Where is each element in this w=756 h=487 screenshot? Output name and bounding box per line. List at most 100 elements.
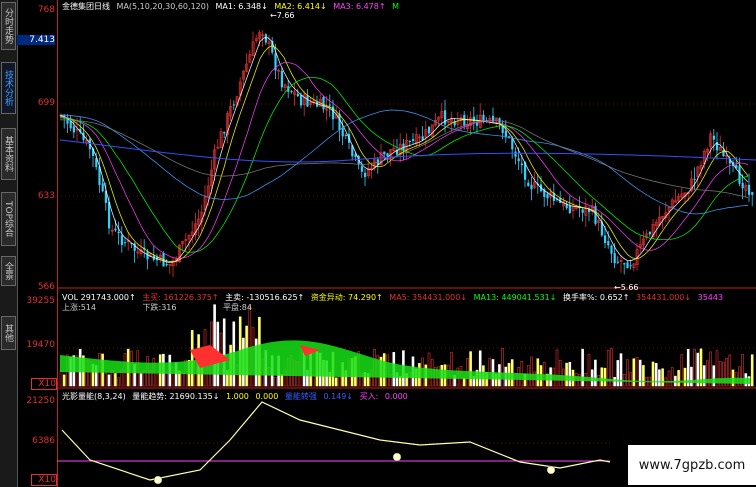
vol-tail1: 354431.000↓ (636, 293, 692, 302)
ma-params: MA(5,10,20,30,60,120) (116, 2, 209, 11)
candle-body (648, 231, 651, 235)
candle-body (341, 127, 344, 137)
candle-body (72, 126, 75, 133)
candle-body (114, 228, 117, 231)
volume-bar (139, 373, 143, 387)
low-marker: ←5.66 (614, 283, 639, 292)
candle-body (444, 110, 447, 125)
volume-bar (690, 366, 693, 387)
candle-body (117, 231, 120, 234)
candle-body (360, 166, 363, 172)
volume-bar (312, 375, 316, 387)
candle-body (504, 130, 507, 137)
volume-bar (651, 361, 655, 387)
candle-body (629, 265, 632, 267)
moving-average-line (59, 119, 749, 198)
candle-body (607, 241, 610, 246)
candle-body (604, 235, 607, 243)
candle-body (581, 209, 584, 213)
candle-body (712, 135, 715, 140)
candle-body (520, 163, 523, 166)
candle-body (693, 178, 696, 180)
moving-average-line (59, 77, 749, 253)
watermark: www.7gpzb.com (628, 445, 756, 485)
candle-body (364, 172, 367, 178)
volume-bar (658, 369, 661, 387)
volume-bar (629, 372, 632, 387)
candle-body (751, 192, 754, 195)
candle-body (101, 183, 104, 192)
indicator-v3: 0.149↓ (323, 392, 354, 401)
candle-body (568, 205, 571, 214)
candle-body (546, 194, 549, 199)
volume-bar (600, 367, 604, 387)
candle-body (511, 138, 514, 150)
candle-body (408, 140, 411, 142)
volume-bar (568, 362, 572, 387)
indicator-v2: 0.000 (255, 392, 279, 401)
volume-bar (181, 372, 184, 387)
stock-chart-window: { "tabs": [ {"label":"分时走势","active":fal… (0, 0, 756, 487)
volume-bar (558, 360, 562, 387)
ma2-value: MA2: 6.414↓ (274, 2, 327, 11)
volume-bar (530, 356, 533, 387)
candle-body (300, 95, 303, 106)
volume-bar (510, 359, 514, 387)
fund-flow: 资金异动: 74.290↑ (310, 293, 383, 302)
vol-value: VOL 291743.000↑ (62, 293, 136, 302)
indicator-v1: 1.000 (225, 392, 249, 401)
indicator-v4: 0.000 (384, 392, 408, 401)
volume-bar (469, 351, 472, 387)
candle-body (165, 264, 168, 266)
candle-body (290, 91, 293, 93)
main-buy: 主买: 161226.375↑ (142, 293, 219, 302)
indicator-trend: 量能趋势: 21690.135↓ (132, 392, 220, 401)
candle-body (626, 262, 629, 269)
indicator-name: 光影量能(8,3,24) (62, 392, 126, 401)
candlestick-chart (57, 29, 756, 485)
volume-bar (62, 374, 66, 387)
candle-body (748, 184, 751, 195)
candle-body (610, 245, 613, 254)
vol-ma5: MA5: 354431.000↓ (389, 293, 468, 302)
smiley-icon (546, 465, 556, 475)
up-count: 上涨:514 (62, 303, 96, 312)
candle-body (498, 118, 501, 123)
volume-bar (501, 348, 504, 387)
high-marker: ←7.66 (270, 11, 295, 20)
candle-body (223, 131, 226, 134)
volume-bar (222, 318, 226, 387)
volume-bar (462, 377, 466, 387)
candle-body (463, 114, 466, 126)
candle-body (616, 261, 619, 263)
volume-bar (661, 368, 664, 387)
main-sell: 主卖: -130516.625↑ (225, 293, 305, 302)
candle-body (306, 95, 309, 107)
candle-body (296, 94, 299, 97)
flat-count: 平盘:84 (223, 303, 252, 312)
indicator-header: 光影量能(8,3,24) 量能趋势: 21690.135↓ 1.000 0.00… (62, 391, 412, 402)
moving-average-line (59, 109, 749, 215)
volume-bar (638, 359, 642, 387)
volume-bar (677, 370, 680, 387)
volume-bar (750, 354, 754, 387)
volume-bar (107, 374, 111, 387)
candle-body (120, 235, 123, 245)
candle-body (741, 183, 744, 189)
volume-bar (565, 362, 568, 387)
candle-body (738, 165, 741, 184)
volume-bar (280, 374, 284, 387)
candle-body (476, 122, 479, 126)
price-header: 金德集团日线 MA(5,10,20,30,60,120) MA1: 6.348↓… (62, 1, 403, 12)
candle-body (386, 153, 389, 157)
smiley-icon (392, 452, 402, 462)
volume-bar (59, 370, 63, 387)
candle-body (514, 151, 517, 157)
stock-title: 金德集团日线 (62, 2, 110, 11)
vol-tail2: 35443 (697, 293, 724, 302)
candle-body (613, 253, 616, 264)
volume-bar (594, 359, 597, 387)
volume-bar (587, 354, 591, 387)
down-count: 下跌:316 (142, 303, 177, 312)
volume-bar (616, 360, 620, 387)
